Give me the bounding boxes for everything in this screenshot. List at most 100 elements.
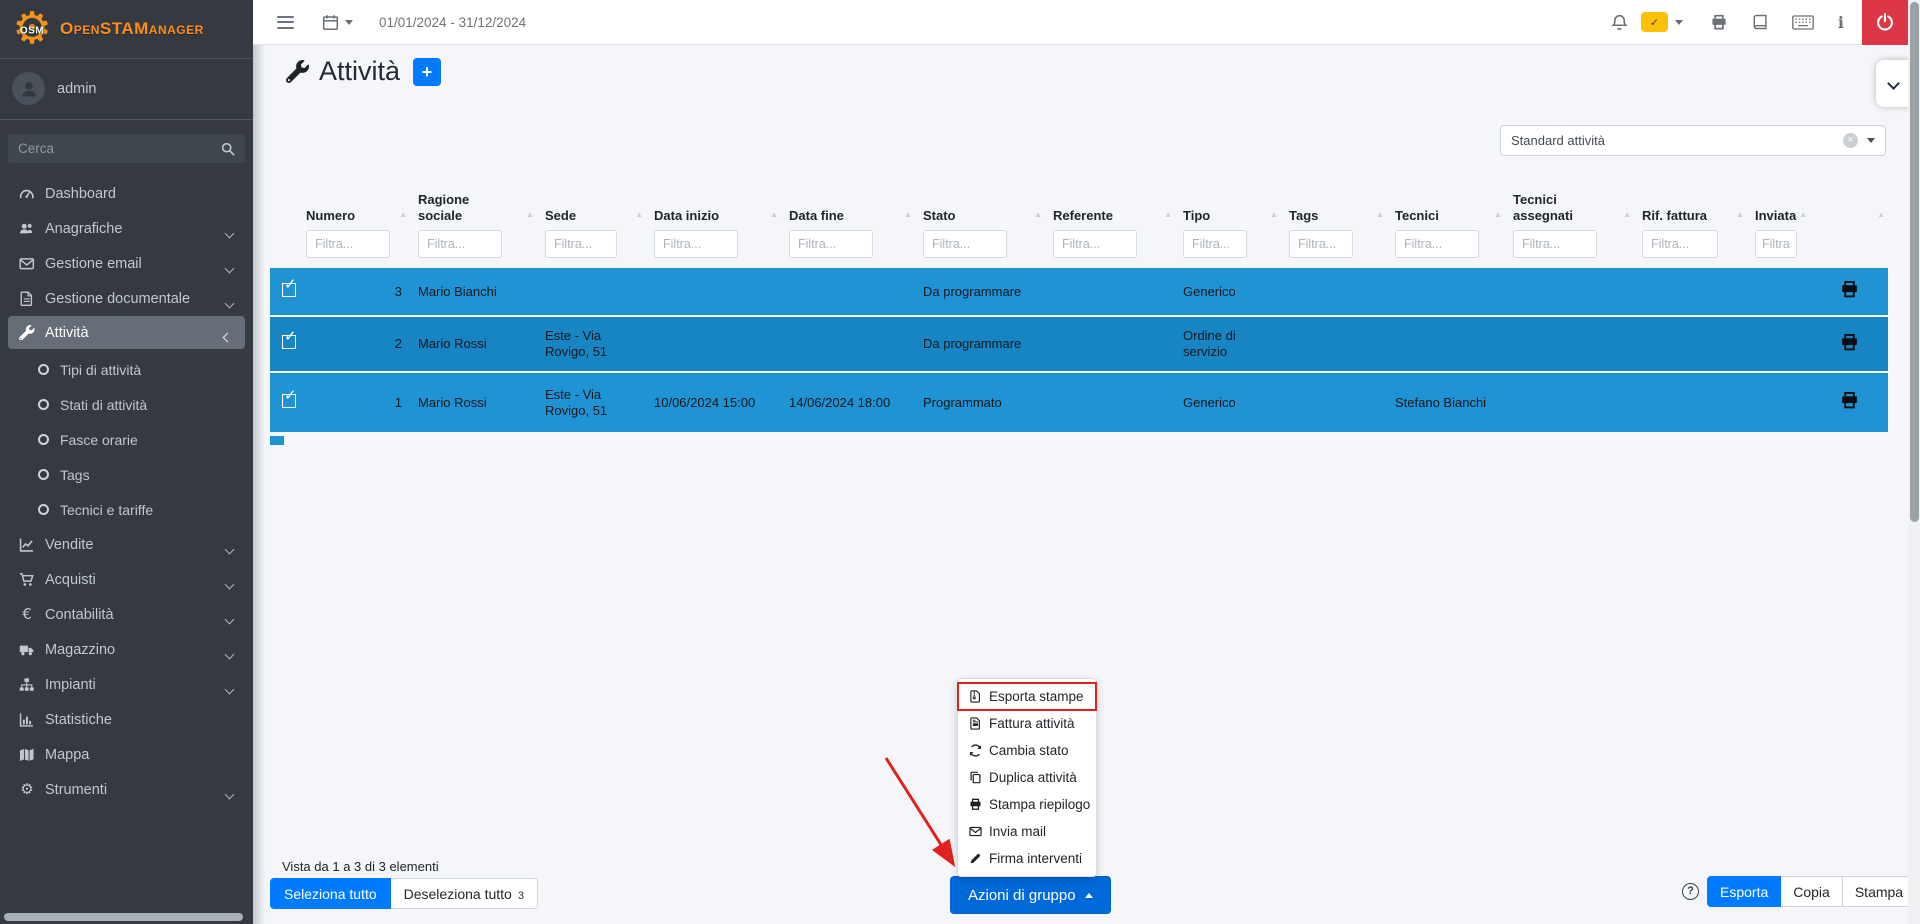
sidebar-item-gestione-email[interactable]: Gestione email [0,246,253,281]
vertical-scrollbar-thumb[interactable] [1910,2,1919,522]
print-row-icon[interactable] [1839,333,1860,352]
column-header-tags[interactable]: Tags [1281,192,1387,228]
sidebar-item-attivita[interactable]: Attività [8,316,245,349]
circle-icon [38,504,49,515]
menu-item-fattura-attivita[interactable]: Fattura attività [958,710,1096,737]
hamburger-menu-icon[interactable] [275,10,296,35]
sidebar-item-acquisti[interactable]: Acquisti [0,562,253,597]
caret-down-icon[interactable] [1675,20,1683,25]
export-button[interactable]: Esporta [1707,876,1781,907]
menu-item-stampa-riepilogo[interactable]: Stampa riepilogo [958,791,1096,818]
wrench-icon [286,60,309,83]
sidebar-item-anagrafiche[interactable]: Anagrafiche [0,211,253,246]
select-all-button[interactable]: Seleziona tutto [270,878,391,909]
docs-book-icon[interactable] [1753,14,1769,30]
wrench-icon [18,325,36,341]
sidebar-scrollbar-thumb[interactable] [4,913,243,921]
print-row-icon[interactable] [1839,280,1860,299]
sidebar-item-stati-di-attivita[interactable]: Stati di attività [0,387,253,422]
daterange-picker-button[interactable] [322,14,353,31]
sidebar-item-vendite[interactable]: Vendite [0,527,253,562]
column-header-tecnici-assegnati[interactable]: Tecnici assegnati [1505,192,1634,228]
row-checkbox-checked[interactable] [282,394,296,408]
clear-icon[interactable]: × [1843,133,1858,148]
column-header-data-inizio[interactable]: Data inizio [646,192,781,228]
filter-numero-input[interactable] [306,230,390,258]
sidebar-item-tags[interactable]: Tags [0,457,253,492]
filter-tecnici-assegnati-input[interactable] [1513,230,1597,258]
column-header-rif-fattura[interactable]: Rif. fattura [1634,192,1747,228]
group-actions-button[interactable]: Azioni di gruppo [950,876,1111,914]
daterange-value[interactable]: 01/01/2024 - 31/12/2024 [379,15,526,30]
brand-link[interactable]: ⚙ OSM OpenSTAManager [0,0,253,59]
sidebar-item-fasce-orarie[interactable]: Fasce orarie [0,422,253,457]
column-header-referente[interactable]: Referente [1045,192,1175,228]
filter-inviata-input[interactable] [1755,230,1797,258]
column-header-sede[interactable]: Sede [537,192,646,228]
cell-numero: 2 [298,316,410,372]
info-icon[interactable]: i [1836,13,1846,32]
menu-item-esporta-stampe[interactable]: Esporta stampe [958,683,1096,710]
column-header-tipo[interactable]: Tipo [1175,192,1281,228]
plugin-select-value: Standard attività [1511,133,1605,148]
keyboard-shortcuts-icon[interactable] [1792,15,1814,30]
logout-power-button[interactable] [1862,0,1908,45]
filter-referente-input[interactable] [1053,230,1137,258]
sitemap-icon [18,677,36,693]
column-header-stato[interactable]: Stato [915,192,1045,228]
filter-stato-input[interactable] [923,230,1007,258]
menu-item-invia-mail[interactable]: Invia mail [958,818,1096,845]
filter-data-inizio-input[interactable] [654,230,738,258]
print-icon[interactable] [1710,14,1728,31]
activities-table: Numero Ragione sociale Sede Data inizio … [270,192,1888,432]
table-row[interactable]: 1 Mario Rossi Este - Via Rovigo, 51 10/0… [270,372,1888,432]
menu-item-duplica-attivita[interactable]: Duplica attività [958,764,1096,791]
deselect-all-button[interactable]: Deseleziona tutto3 [391,878,538,909]
menu-item-cambia-stato[interactable]: Cambia stato [958,737,1096,764]
add-activity-button[interactable]: + [413,58,441,86]
sidebar-item-impianti[interactable]: Impianti [0,667,253,702]
content-edge-shadow [253,45,265,924]
sidebar-item-dashboard[interactable]: Dashboard [0,176,253,211]
print-button[interactable]: Stampa [1842,876,1916,907]
cell-referente [1045,316,1175,372]
cell-numero: 1 [298,372,410,432]
sidebar-item-tecnici-e-tariffe[interactable]: Tecnici e tariffe [0,492,253,527]
help-icon[interactable]: ? [1682,883,1699,900]
column-header-data-fine[interactable]: Data fine [781,192,915,228]
sidebar-item-strumenti[interactable]: ⚙Strumenti [0,772,253,807]
column-header-ragione-sociale[interactable]: Ragione sociale [410,192,537,228]
filter-tags-input[interactable] [1289,230,1353,258]
column-header-numero[interactable]: Numero [298,192,410,228]
column-header-tecnici[interactable]: Tecnici [1387,192,1505,228]
row-checkbox-checked[interactable] [282,283,296,297]
sidebar-item-magazzino[interactable]: Magazzino [0,632,253,667]
sidebar-item-mappa[interactable]: Mappa [0,737,253,772]
row-checkbox-checked[interactable] [282,335,296,349]
table-row[interactable]: 2 Mario Rossi Este - Via Rovigo, 51 Da p… [270,316,1888,372]
filter-tecnici-input[interactable] [1395,230,1479,258]
copy-button[interactable]: Copia [1781,876,1842,907]
filter-sede-input[interactable] [545,230,617,258]
menu-item-firma-interventi[interactable]: Firma interventi [958,845,1096,872]
filter-tipo-input[interactable] [1183,230,1247,258]
sidebar-item-tipi-di-attivita[interactable]: Tipi di attività [0,352,253,387]
table-row[interactable]: 3 Mario Bianchi Da programmare Generico [270,268,1888,316]
sidebar-item-statistiche[interactable]: Statistiche [0,702,253,737]
search-button[interactable] [210,134,245,163]
filter-ragione-sociale-input[interactable] [418,230,502,258]
column-header-print[interactable] [1810,192,1888,228]
filter-rif-fattura-input[interactable] [1642,230,1718,258]
sidebar-item-contabilita[interactable]: €Contabilità [0,597,253,632]
filter-data-fine-input[interactable] [789,230,873,258]
cell-ragione-sociale: Mario Rossi [410,316,537,372]
cell-data-inizio [646,268,781,316]
print-row-icon[interactable] [1839,391,1860,410]
plugin-select[interactable]: Standard attività × [1500,125,1886,156]
column-header-inviata[interactable]: Inviata [1747,192,1810,228]
search-input[interactable] [8,134,210,163]
cell-inviata [1747,268,1810,316]
notifications-bell-icon[interactable] [1611,14,1628,31]
checklist-badge-icon[interactable] [1641,12,1668,32]
sidebar-item-gestione-documentale[interactable]: Gestione documentale [0,281,253,316]
